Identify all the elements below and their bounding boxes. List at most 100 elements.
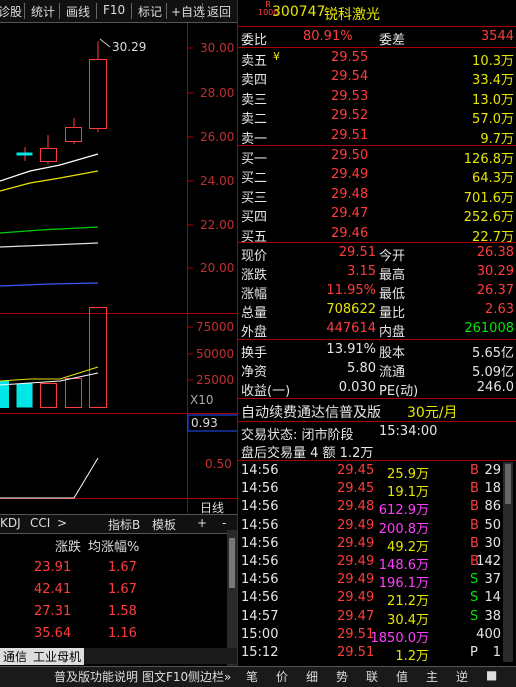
tick-row: 15:00 29.51 1850.0万 400 xyxy=(241,626,501,646)
toolbar-divider xyxy=(202,3,203,19)
detail-tab[interactable]: 值 xyxy=(396,668,408,685)
quote-row: 总量 708622 量比 2.63 xyxy=(241,302,514,321)
bid-row[interactable]: 买五 29.46 22.7万 xyxy=(239,225,516,245)
toolbar-divider xyxy=(96,3,97,19)
toolbar-divider xyxy=(24,3,25,19)
tick-row: 14:56 29.48 612.9万 B 86 xyxy=(241,499,501,519)
toolbar-divider xyxy=(59,3,60,19)
toolbar-stats[interactable]: 统计 xyxy=(31,3,55,20)
toolbar-diagnose[interactable]: 诊股 xyxy=(0,3,22,20)
ask-row[interactable]: 卖一 29.51 9.7万 xyxy=(239,127,516,147)
toolbar-divider xyxy=(131,3,132,19)
toolbar-back[interactable]: 返回 xyxy=(207,3,231,20)
ma-line-yellow xyxy=(0,170,99,192)
price-axis-label: 20.00 xyxy=(200,261,235,275)
fundamental-row: 净资 5.80 流通 5.09亿 xyxy=(241,361,514,380)
tab-indicator-b[interactable]: 指标B xyxy=(108,516,140,533)
volume-axis-label: 25000 xyxy=(196,373,235,387)
table-cell: 35.64 xyxy=(34,626,72,641)
tick-row: 14:57 29.47 30.4万 S 38 xyxy=(241,608,501,628)
quote-row: 外盘 447614 内盘 261008 xyxy=(241,321,514,340)
chart-toolbar: 诊股 统计 画线 F10 标记 +自选 返回 xyxy=(0,0,237,23)
add-indicator-button[interactable]: + xyxy=(197,516,207,530)
tick-row: 14:56 29.49 148.6万 B 142 xyxy=(241,554,501,573)
detail-tab[interactable]: 主 xyxy=(426,668,438,685)
candle xyxy=(89,41,107,132)
after-hours-volume: 盘后交易量 4 额 1.2万 xyxy=(241,446,374,461)
promo-banner[interactable]: 自动续费通达信普及版 30元/月 xyxy=(239,401,516,421)
panel-divider xyxy=(237,0,238,666)
tick-row: 15:12 29.51 1.2万 P 1 xyxy=(241,645,501,664)
candle xyxy=(65,118,82,144)
table-cell: 27.31 xyxy=(34,604,72,619)
tab-cci[interactable]: CCI xyxy=(30,516,50,530)
indicator-value: 0.93 xyxy=(191,416,218,430)
high-price-label: 30.29 xyxy=(112,40,147,54)
order-ratio-row: 委比 80.91% 委差 3544 xyxy=(241,29,514,48)
high-marker-line xyxy=(99,38,111,48)
toolbar-mark[interactable]: 标记 xyxy=(138,3,162,20)
quote-row: 现价 29.51 今开 26.38 xyxy=(241,245,514,264)
volume-unit-tag: X10 xyxy=(190,393,214,407)
fundamental-row: 换手 13.91% 股本 5.65亿 xyxy=(241,342,514,361)
ask-row[interactable]: 卖二 29.52 57.0万 xyxy=(239,107,516,127)
bid-row[interactable]: 买二 29.49 64.3万 xyxy=(239,166,516,186)
indicator-line xyxy=(0,457,99,499)
tick-row: 14:56 29.45 25.9万 B 29 xyxy=(241,463,501,482)
table-cell: 1.67 xyxy=(108,582,137,597)
price-axis-label: 22.00 xyxy=(200,218,235,232)
bid-row[interactable]: 买四 29.47 252.6万 xyxy=(239,205,516,225)
col-header-avg-pct[interactable]: 均涨幅% xyxy=(88,536,139,555)
help-link[interactable]: 普及版功能说明 xyxy=(54,668,138,685)
ask-row[interactable]: 卖四 29.54 33.4万 xyxy=(239,68,516,88)
tab-kdj[interactable]: KDJ xyxy=(0,516,21,530)
sheet-tabbar: 通信 工业母机 xyxy=(0,648,238,665)
quote-row: 涨跌 3.15 最高 30.29 xyxy=(241,264,514,283)
indicator-tabbar: KDJ CCI > 指标B 模板 + - xyxy=(0,514,238,534)
toolbar-f10[interactable]: F10 xyxy=(103,3,125,17)
table-cell: 1.16 xyxy=(108,626,137,641)
quote-row: 涨幅 11.95% 最低 26.37 xyxy=(241,283,514,302)
volume-bar xyxy=(16,383,33,408)
table-cell: 1.58 xyxy=(108,604,137,619)
detail-tab[interactable]: 逆 xyxy=(456,668,468,685)
detail-tab[interactable]: 笔 xyxy=(246,668,258,685)
volume-bar xyxy=(65,378,82,408)
toolbar-divider xyxy=(166,3,167,19)
fundamental-row: 收益(一) 0.030 PE(动) 246.0 xyxy=(241,380,514,399)
f10-link[interactable]: 图文F10 xyxy=(142,668,188,685)
volume-bar xyxy=(40,383,57,408)
tab-template[interactable]: 模板 xyxy=(152,516,176,533)
detail-tab[interactable]: 价 xyxy=(276,668,288,685)
toolbar-draw[interactable]: 画线 xyxy=(66,3,90,20)
tick-row: 14:56 29.49 21.2万 S 14 xyxy=(241,590,501,610)
price-axis-label: 24.00 xyxy=(200,174,235,188)
bid-row[interactable]: 买三 29.48 701.6万 xyxy=(239,186,516,206)
remove-indicator-button[interactable]: - xyxy=(222,516,226,530)
candle xyxy=(16,147,33,161)
stock-code: 300747 xyxy=(272,4,326,20)
sheet-tab-telecom[interactable]: 通信 xyxy=(0,648,31,665)
sheet-tab-machine[interactable]: 工业母机 xyxy=(30,648,85,665)
sidebar-toggle[interactable]: 侧边栏» xyxy=(188,668,231,685)
tick-row: 14:56 29.49 49.2万 B 30 xyxy=(241,535,501,555)
bid-row[interactable]: 买一 29.50 126.8万 xyxy=(239,147,516,167)
indicator-axis-label: 0.50 xyxy=(205,457,232,471)
ask-row[interactable]: 卖五 ¥29.55 10.3万 xyxy=(239,49,516,69)
ask-row[interactable]: 卖三 29.53 13.0万 xyxy=(239,88,516,108)
volume-bar xyxy=(89,307,107,408)
tick-row: 14:56 29.49 200.8万 B 50 xyxy=(241,517,501,537)
col-header-change[interactable]: 涨跌 xyxy=(55,536,81,555)
toolbar-add-watchlist[interactable]: +自选 xyxy=(171,3,205,20)
detail-tab[interactable]: 细 xyxy=(306,668,318,685)
tick-scrollbar[interactable] xyxy=(503,462,513,662)
trade-status: 交易状态: 闭市阶段 15:34:00 xyxy=(241,424,438,443)
candle xyxy=(40,135,57,164)
tab-more[interactable]: > xyxy=(57,516,67,530)
stock-name: 锐科激光 xyxy=(324,7,380,23)
price-axis-label: 28.00 xyxy=(200,86,235,100)
detail-tab[interactable]: 势 xyxy=(336,668,348,685)
detail-tab[interactable]: 联 xyxy=(366,668,378,685)
ma-line-blue xyxy=(0,282,99,287)
detail-tab[interactable]: ■ xyxy=(486,668,497,682)
